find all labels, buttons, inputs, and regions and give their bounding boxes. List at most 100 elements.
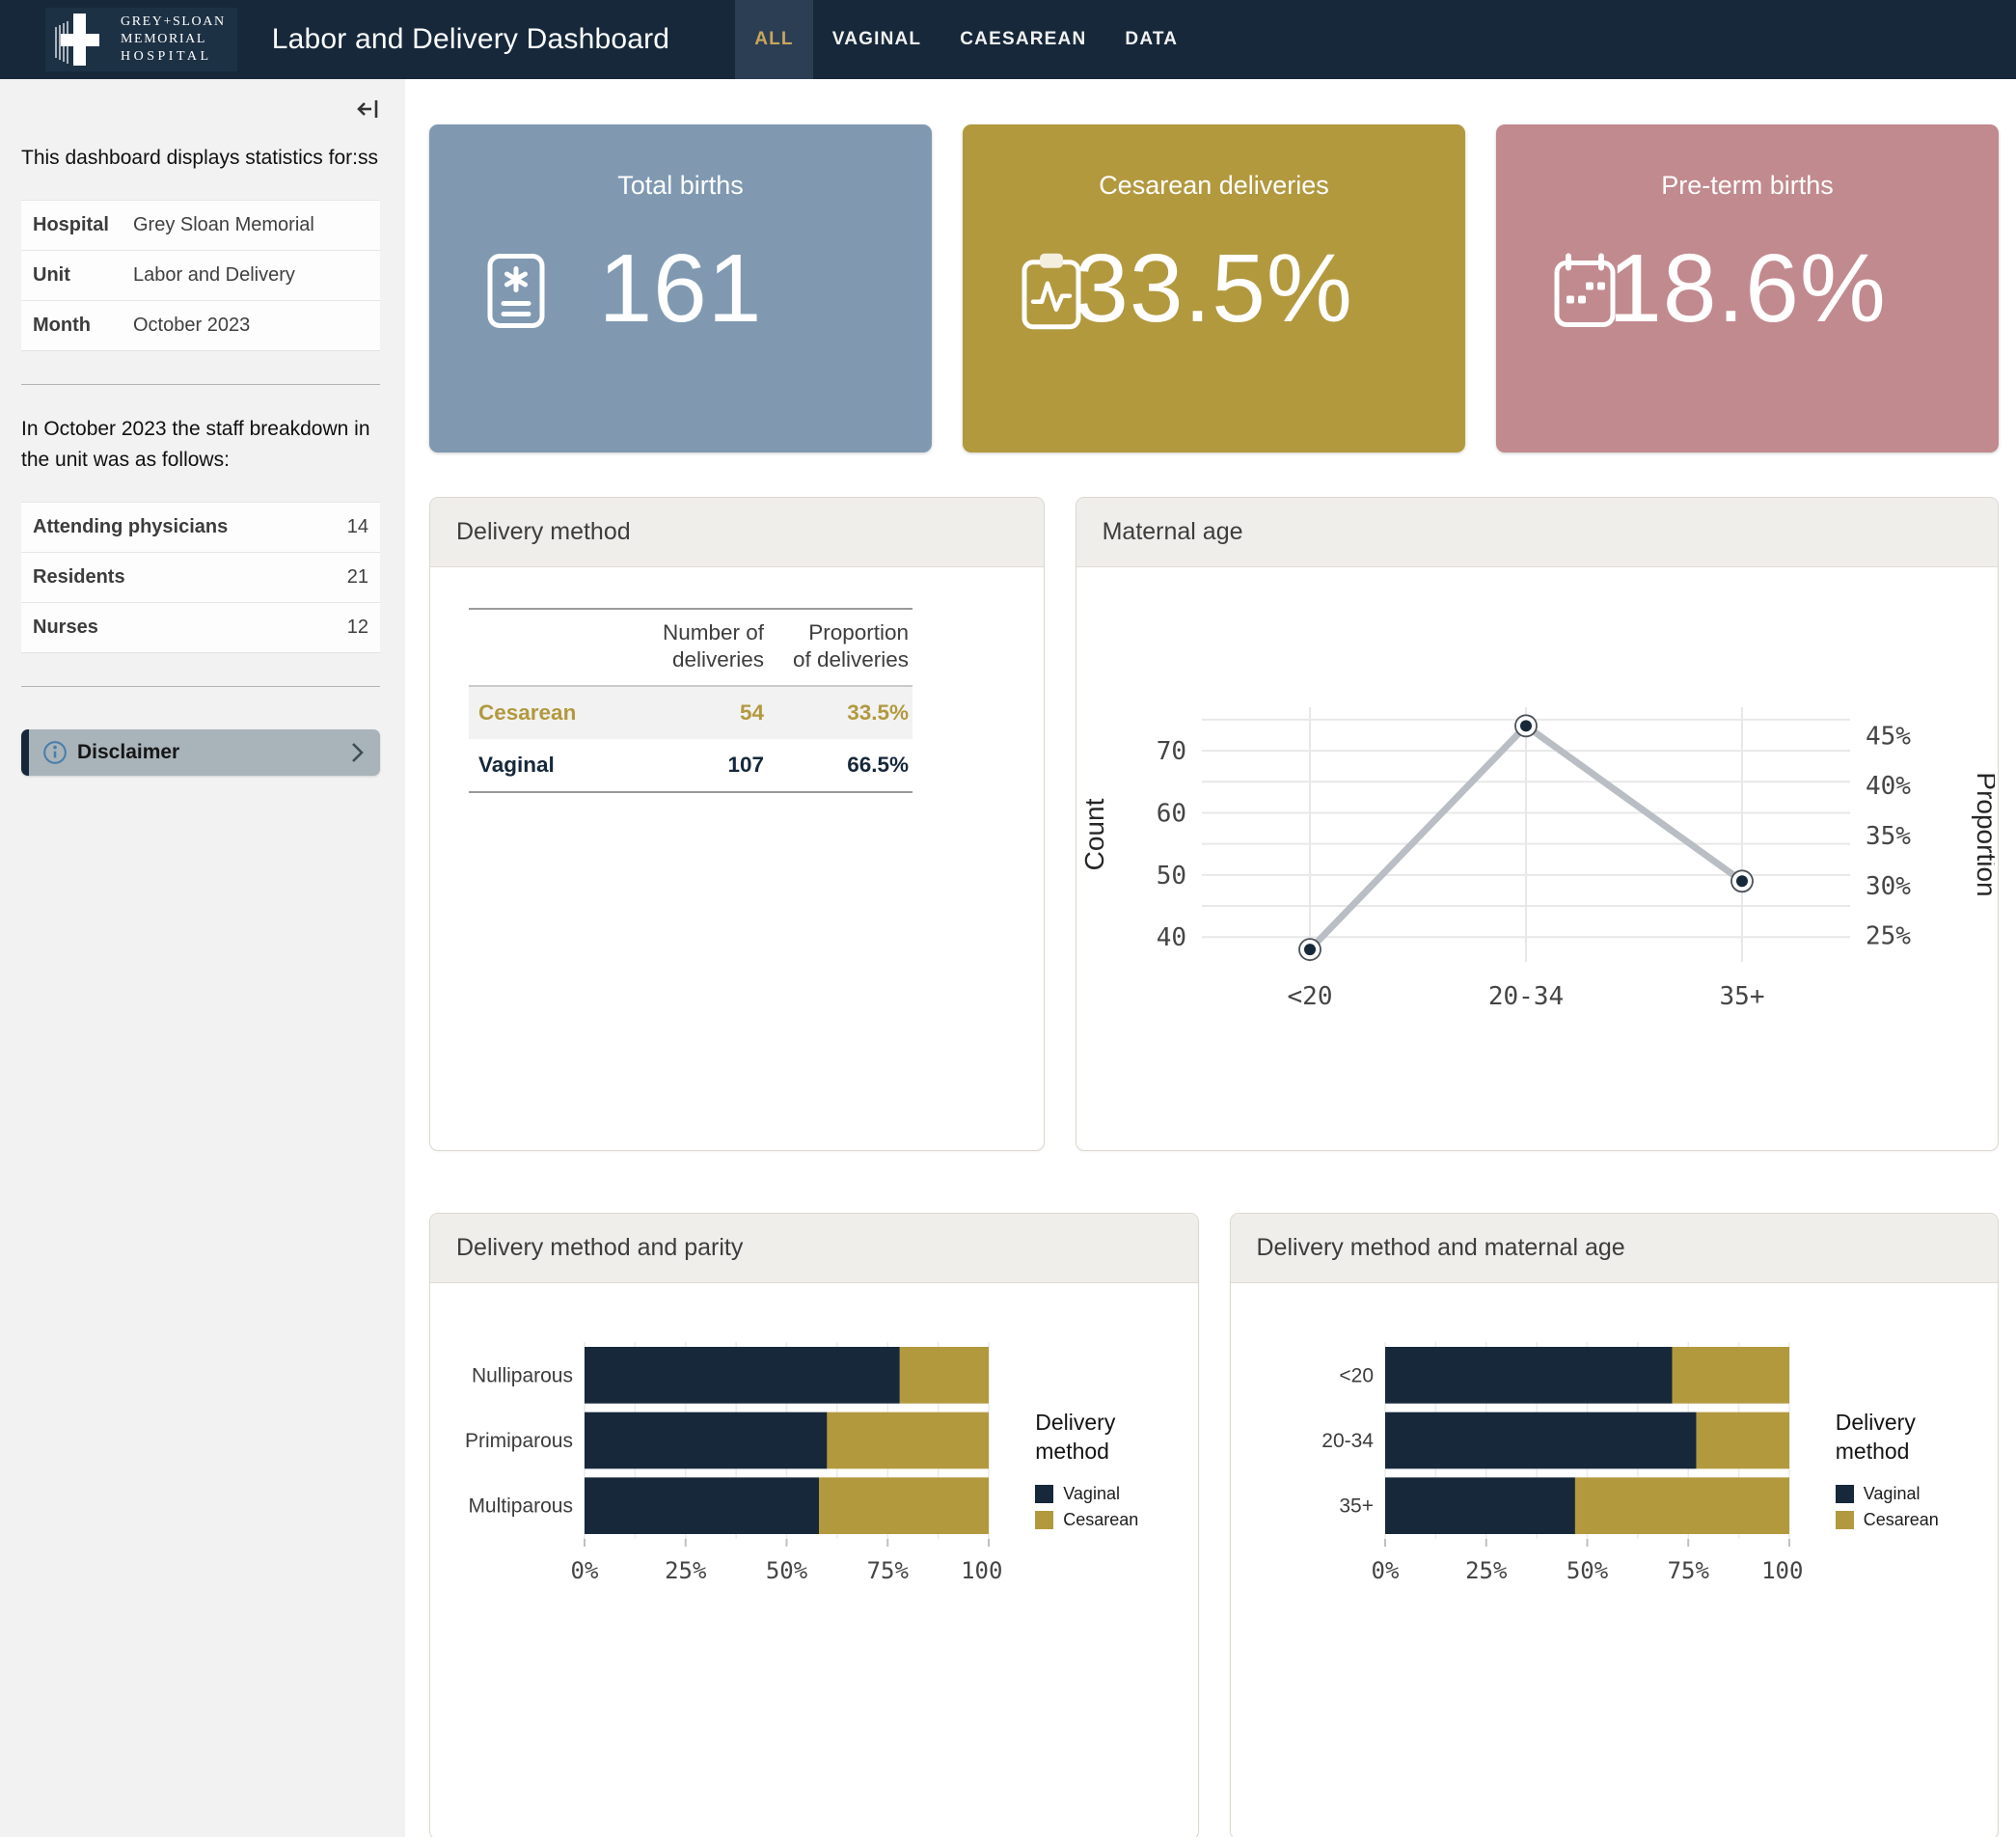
svg-text:Proportion: Proportion [1972,772,1995,896]
maternal-age-line-chart: 40 50 60 70 25% 30% 35% 40% 45% <20 20-34 35+ Count P… [1076,567,1998,1150]
cell-count: 107 [623,739,768,792]
cell-proportion: 66.5% [768,739,913,792]
table-row-vaginal: Vaginal 107 66.5% [469,739,913,792]
svg-text:35+: 35+ [1339,1494,1374,1517]
value-box-preterm: Pre-term births [1496,124,1999,452]
hospital-logo: GREY+SLOAN MEMORIAL HOSPITAL [45,8,237,71]
chart-legend: Delivery methodVaginalCesarean [1836,1409,1980,1530]
staff-intro: In October 2023 the staff breakdown in t… [21,414,380,477]
info-table: Hospital Grey Sloan Memorial Unit Labor … [21,200,380,351]
table-row-cesarean: Cesarean 54 33.5% [469,686,913,739]
svg-text:0%: 0% [571,1557,599,1584]
file-medical-icon [487,253,545,333]
svg-text:Multiparous: Multiparous [469,1494,574,1517]
divider [21,384,380,385]
staff-label: Nurses [21,602,327,652]
delivery-method-table: Number of deliveries Proportion of deliv… [469,608,913,793]
cell-count: 54 [623,686,768,739]
logo-cross-icon [53,10,109,69]
legend-item: Vaginal [1836,1484,1980,1504]
info-label: Month [21,300,129,350]
table-row: Month October 2023 [21,300,380,350]
table-row: Attending physicians 14 [21,502,380,552]
table-row: Nurses 12 [21,602,380,652]
tab-vaginal[interactable]: VAGINAL [813,0,941,79]
chevron-right-icon [351,741,365,764]
svg-text:25%: 25% [1465,1557,1508,1584]
legend-item: Cesarean [1836,1510,1980,1530]
svg-text:100%: 100% [1761,1557,1803,1584]
info-label: Unit [21,250,129,300]
staff-label: Residents [21,552,327,602]
svg-text:30%: 30% [1866,872,1911,901]
card-title: Maternal age [1076,498,1998,567]
logo-text: GREY+SLOAN MEMORIAL HOSPITAL [121,14,226,67]
svg-text:45%: 45% [1866,722,1911,751]
collapse-arrow-icon [355,96,382,122]
legend-item: Cesarean [1035,1510,1180,1530]
svg-text:35+: 35+ [1720,982,1765,1011]
staff-value: 21 [327,552,380,602]
card-delivery-maternal-age: Delivery method and maternal age <2020-3… [1230,1213,2000,1837]
disclaimer-accordion[interactable]: Disclaimer [21,729,380,776]
sidebar-intro: This dashboard displays statistics for:s… [21,143,380,175]
legend-item: Vaginal [1035,1484,1180,1504]
card-title: Delivery method [430,498,1044,567]
calendar-icon [1554,253,1616,333]
svg-text:100%: 100% [961,1557,1002,1584]
info-value: Grey Sloan Memorial [129,200,380,250]
staff-table: Attending physicians 14 Residents 21 Nur… [21,502,380,653]
svg-text:35%: 35% [1866,822,1911,851]
legend-swatch [1836,1485,1854,1503]
main-nav: ALL VAGINAL CAESAREAN DATA [735,0,1197,79]
info-label: Hospital [21,200,129,250]
svg-text:25%: 25% [1866,922,1911,951]
svg-text:20-34: 20-34 [1488,982,1564,1011]
svg-text:75%: 75% [867,1557,910,1584]
sidebar: This dashboard displays statistics for:s… [0,79,405,1837]
chart-legend: Delivery methodVaginalCesarean [1035,1409,1180,1530]
parity-stacked-bar-chart: NulliparousPrimiparousMultiparous0%25%50… [448,1333,1002,1606]
staff-value: 14 [327,502,380,552]
svg-text:Count: Count [1079,798,1109,870]
staff-value: 12 [327,602,380,652]
svg-text:<20: <20 [1288,982,1333,1011]
svg-text:70: 70 [1157,737,1186,766]
legend-swatch [1035,1511,1053,1529]
column-header: Proportion of deliveries [768,609,913,686]
svg-text:20-34: 20-34 [1321,1430,1374,1452]
card-delivery-parity: Delivery method and parity NulliparousPr… [429,1213,1199,1837]
value-box-total-births: Total births [429,124,932,452]
value-box-value: 33.5% [1075,233,1353,344]
legend-swatch [1035,1485,1053,1503]
info-value: October 2023 [129,300,380,350]
card-maternal-age: Maternal age 40 50 60 70 25% 30% 35% 40% 45% <20 2… [1076,497,1999,1151]
svg-text:50: 50 [1157,862,1186,891]
svg-text:0%: 0% [1371,1557,1399,1584]
main-content: Total births [405,79,2016,1837]
value-box-value: 18.6% [1608,233,1887,344]
tab-all[interactable]: ALL [735,0,813,79]
svg-text:60: 60 [1157,799,1186,828]
svg-text:50%: 50% [766,1557,808,1584]
svg-text:Nulliparous: Nulliparous [472,1364,573,1386]
staff-label: Attending physicians [21,502,327,552]
table-row: Hospital Grey Sloan Memorial [21,200,380,250]
value-box-cesarean: Cesarean deliveries 33.5% [963,124,1465,452]
info-value: Labor and Delivery [129,250,380,300]
sidebar-collapse-button[interactable] [355,96,382,124]
svg-text:Primiparous: Primiparous [465,1430,573,1452]
column-header: Number of deliveries [623,609,768,686]
divider [21,686,380,687]
svg-text:40%: 40% [1866,772,1911,801]
svg-text:40: 40 [1157,923,1186,952]
tab-data[interactable]: DATA [1105,0,1197,79]
page-title: Labor and Delivery Dashboard [272,23,670,56]
tab-caesarean[interactable]: CAESAREAN [940,0,1105,79]
clipboard-pulse-icon [1021,252,1082,336]
card-delivery-method: Delivery method Number of deliveries Pro… [429,497,1045,1151]
svg-text:75%: 75% [1667,1557,1709,1584]
table-row: Unit Labor and Delivery [21,250,380,300]
row-label: Vaginal [469,739,623,792]
svg-text:50%: 50% [1566,1557,1609,1584]
